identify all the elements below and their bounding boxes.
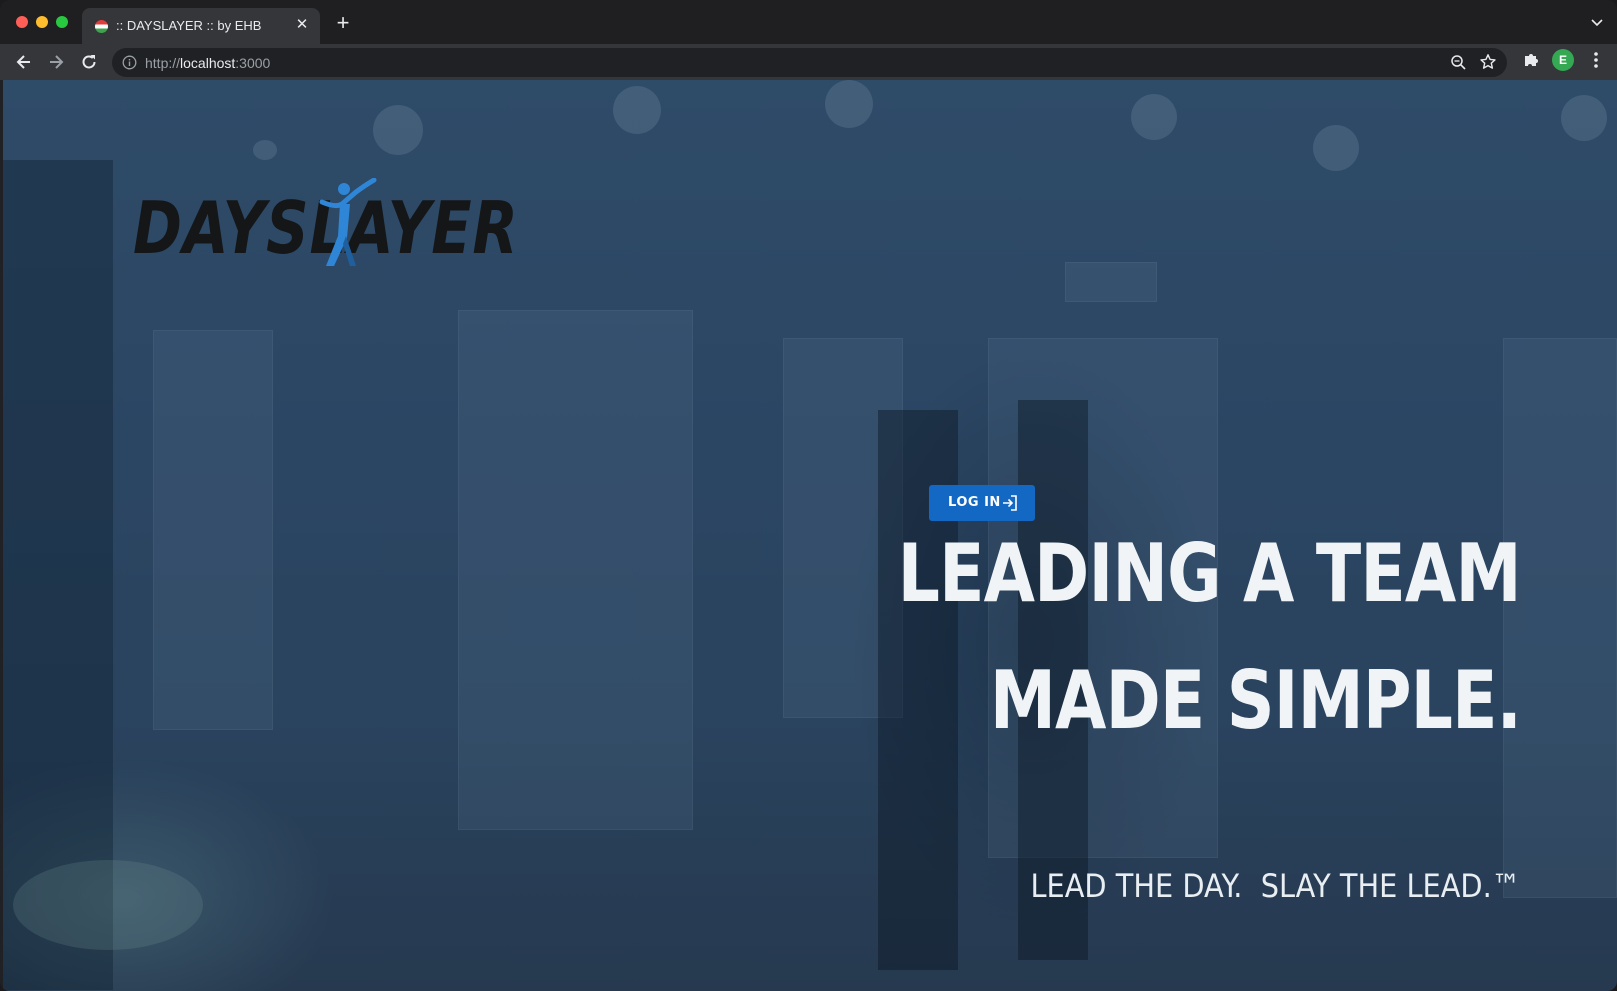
tab-strip: :: DAYSLAYER :: by EHB ✕ +: [0, 0, 1617, 44]
url-scheme: http://: [145, 55, 181, 71]
browser-tab[interactable]: :: DAYSLAYER :: by EHB ✕: [82, 8, 320, 44]
login-button[interactable]: LOG IN: [929, 485, 1035, 521]
url-text: http://localhost:3000: [145, 55, 270, 71]
minimize-window-button[interactable]: [36, 16, 48, 28]
login-button-label: LOG IN: [948, 495, 1001, 510]
reload-icon[interactable]: [79, 52, 99, 72]
browser-window: :: DAYSLAYER :: by EHB ✕ + http://localh…: [0, 0, 1617, 991]
puzzle-icon[interactable]: [1522, 51, 1540, 69]
info-icon[interactable]: [122, 55, 137, 70]
kebab-menu-icon[interactable]: [1590, 50, 1602, 70]
url-port: :3000: [235, 55, 271, 71]
close-icon[interactable]: ✕: [293, 16, 311, 34]
tab-title: :: DAYSLAYER :: by EHB: [116, 18, 262, 33]
address-bar[interactable]: http://localhost:3000: [112, 48, 1507, 77]
forward-arrow-icon[interactable]: [46, 52, 66, 72]
logo-figure-icon: [319, 178, 377, 266]
close-window-button[interactable]: [16, 16, 28, 28]
login-arrow-icon: [1003, 495, 1017, 511]
zoom-icon[interactable]: [1450, 54, 1467, 71]
headline-line-1: LEADING A TEAM: [897, 527, 1522, 620]
maximize-window-button[interactable]: [56, 16, 68, 28]
star-icon[interactable]: [1479, 53, 1497, 71]
headline-line-2: MADE SIMPLE.: [989, 654, 1522, 747]
chevron-down-icon[interactable]: [1589, 14, 1605, 30]
page-viewport: DAYSLAYER LOG IN LEADING A TEAM MADE SIM…: [3, 80, 1617, 991]
back-arrow-icon[interactable]: [14, 52, 34, 72]
url-host: localhost: [180, 55, 236, 71]
dayslayer-logo[interactable]: DAYSLAYER: [133, 178, 518, 273]
profile-avatar[interactable]: E: [1552, 49, 1574, 71]
tagline: LEAD THE DAY. SLAY THE LEAD.™: [1030, 867, 1521, 905]
plus-icon[interactable]: +: [332, 12, 354, 34]
browser-toolbar: http://localhost:3000: [0, 44, 1617, 80]
favicon-icon: [95, 20, 108, 33]
